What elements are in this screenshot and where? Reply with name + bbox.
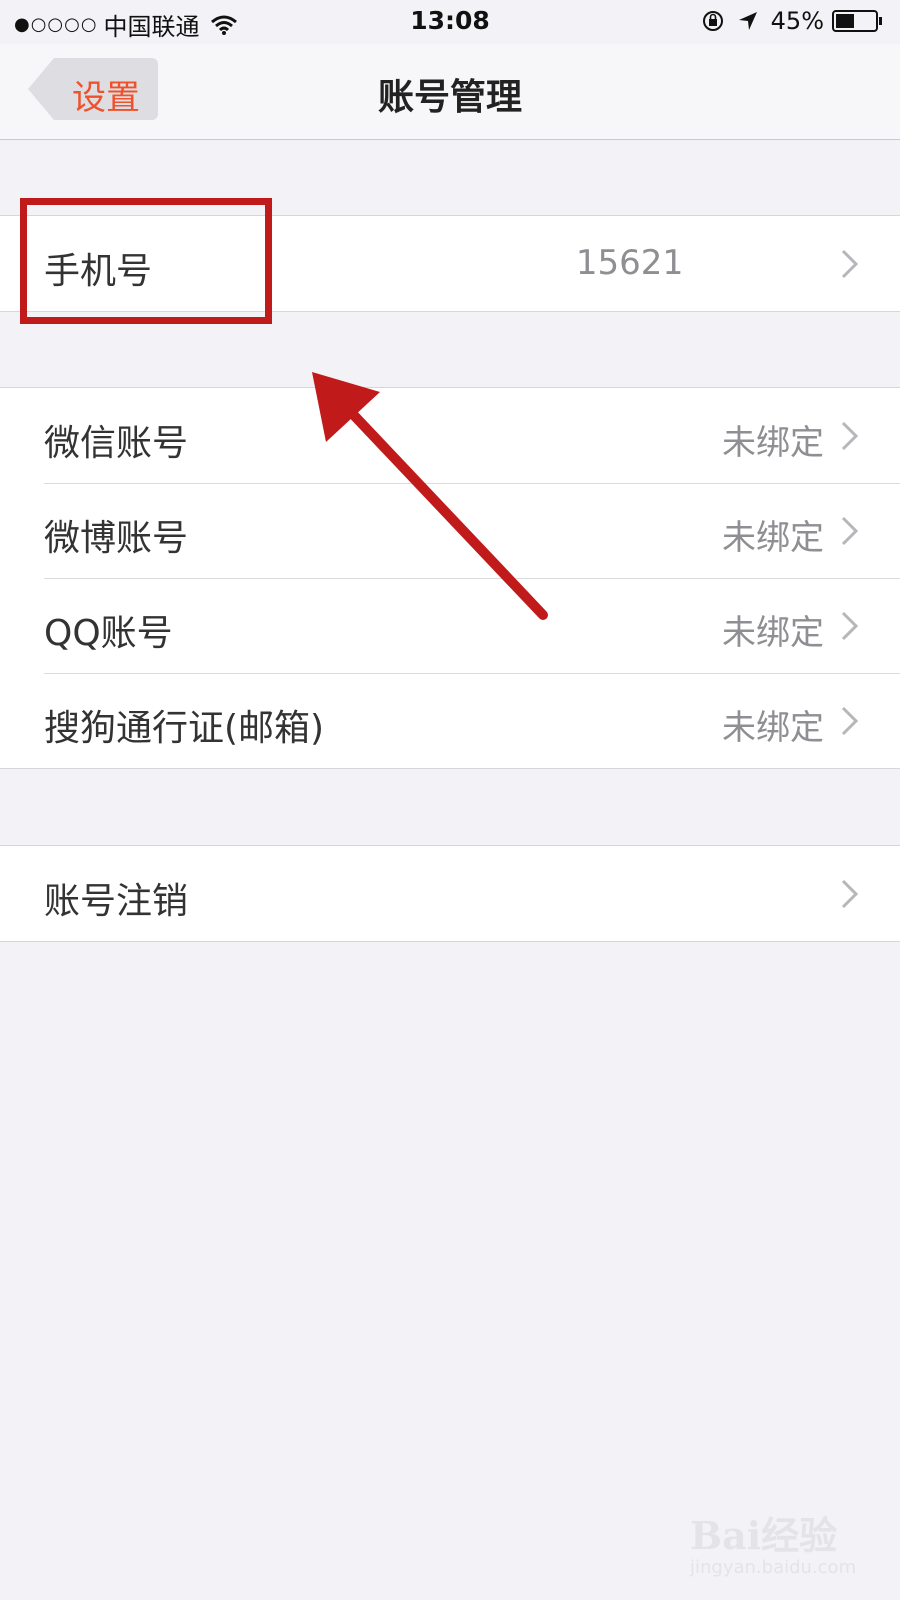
row-value: 未绑定 — [722, 613, 824, 653]
chevron-right-icon — [841, 611, 859, 641]
chevron-right-icon — [841, 879, 859, 909]
row-account-cancel[interactable]: 账号注销 — [0, 846, 900, 941]
row-value: 未绑定 — [722, 518, 824, 558]
status-right: 45% — [701, 7, 884, 35]
screen: ●○○○○ 中国联通 13:08 45% 设置 账号管理 手机号 15621 微… — [0, 0, 900, 1600]
rotation-lock-icon — [702, 11, 723, 31]
watermark-logo: Bai经验 — [690, 1513, 838, 1558]
row-value: 未绑定 — [722, 423, 824, 463]
watermark-url: jingyan.baidu.com — [690, 1557, 857, 1578]
chevron-right-icon — [841, 249, 859, 279]
annotation-highlight-box — [20, 198, 272, 324]
row-label: 微信账号 — [44, 423, 189, 464]
battery-icon — [832, 10, 882, 32]
status-bar: ●○○○○ 中国联通 13:08 45% — [0, 0, 900, 44]
row-label: 搜狗通行证(邮箱) — [44, 708, 325, 749]
account-cancel-group: 账号注销 — [0, 845, 900, 942]
row-label: 微博账号 — [44, 518, 189, 559]
nav-bar: 设置 账号管理 — [0, 44, 900, 140]
redaction-mask — [680, 248, 820, 280]
phone-number-value: 15621 — [575, 243, 684, 283]
row-weibo[interactable]: 微博账号 未绑定 — [0, 483, 900, 578]
baidu-watermark: Bai经验 jingyan.baidu.com — [690, 1505, 890, 1590]
chevron-right-icon — [841, 421, 859, 451]
row-sogou[interactable]: 搜狗通行证(邮箱) 未绑定 — [0, 673, 900, 768]
chevron-right-icon — [841, 706, 859, 736]
row-wechat[interactable]: 微信账号 未绑定 — [0, 388, 900, 483]
row-label: QQ账号 — [44, 613, 173, 654]
battery-percent: 45% — [770, 7, 824, 35]
chevron-right-icon — [841, 516, 859, 546]
location-icon — [738, 12, 757, 30]
row-qq[interactable]: QQ账号 未绑定 — [0, 578, 900, 673]
page-title: 账号管理 — [377, 77, 522, 118]
row-label: 账号注销 — [44, 881, 189, 922]
bindings-group: 微信账号 未绑定 微博账号 未绑定 QQ账号 未绑定 搜狗通行证(邮箱) 未绑定 — [0, 387, 900, 769]
row-value: 未绑定 — [722, 708, 824, 748]
